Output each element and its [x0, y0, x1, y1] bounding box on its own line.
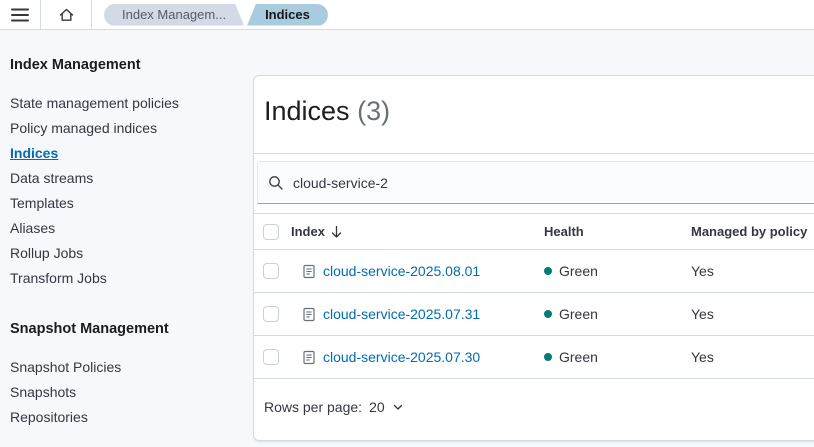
health-dot-green — [544, 353, 552, 361]
health-dot-green — [544, 310, 552, 318]
top-navigation-bar: Index Managem... Indices — [0, 0, 814, 30]
row-checkbox[interactable] — [263, 263, 279, 279]
panel-header: Indices (3) — [254, 76, 814, 153]
rows-per-page-label: Rows per page: — [264, 399, 362, 415]
table-row: cloud-service-2025.07.31 Green Yes — [254, 293, 814, 336]
search-input[interactable] — [293, 175, 814, 191]
column-header-index-label: Index — [291, 224, 325, 239]
column-header-managed-by-policy[interactable]: Managed by policy — [691, 224, 807, 239]
managed-by-policy-value: Yes — [691, 349, 814, 365]
health-dot-green — [544, 267, 552, 275]
document-icon — [303, 350, 316, 365]
sidebar-item-data-streams[interactable]: Data streams — [10, 165, 243, 190]
table-footer: Rows per page: 20 — [254, 379, 814, 435]
column-header-health[interactable]: Health — [544, 224, 584, 239]
index-link[interactable]: cloud-service-2025.07.31 — [323, 306, 480, 322]
rows-per-page-value: 20 — [369, 399, 385, 415]
breadcrumb-current: Indices — [247, 4, 328, 26]
page-title-text: Indices — [264, 96, 350, 126]
table-row: cloud-service-2025.07.30 Green Yes — [254, 336, 814, 379]
sort-down-arrow-icon — [330, 225, 343, 239]
table-header-row: Index Health Managed by policy — [254, 213, 814, 250]
document-icon — [303, 307, 316, 322]
home-icon[interactable] — [41, 0, 91, 29]
sidebar-item-snapshot-policies[interactable]: Snapshot Policies — [10, 354, 243, 379]
hamburger-icon — [11, 7, 29, 23]
sidebar-list-snapshot-management: Snapshot Policies Snapshots Repositories — [10, 354, 243, 429]
row-checkbox[interactable] — [263, 306, 279, 322]
sidebar-list-index-management: State management policies Policy managed… — [10, 90, 243, 290]
index-link[interactable]: cloud-service-2025.08.01 — [323, 263, 480, 279]
sidebar-item-repositories[interactable]: Repositories — [10, 404, 243, 429]
index-link[interactable]: cloud-service-2025.07.30 — [323, 349, 480, 365]
topbar-divider — [91, 0, 92, 29]
column-header-index[interactable]: Index — [291, 224, 343, 239]
sidebar-nav: Index Management State management polici… — [0, 30, 253, 429]
home-glyph-icon — [58, 7, 75, 23]
sidebar-item-state-management-policies[interactable]: State management policies — [10, 90, 243, 115]
sidebar-heading-index-management: Index Management — [10, 57, 243, 77]
menu-icon[interactable] — [0, 0, 40, 29]
sidebar-item-indices[interactable]: Indices — [10, 140, 243, 165]
breadcrumb-collapsed[interactable]: Index Managem... — [104, 4, 244, 26]
rows-per-page-button[interactable]: Rows per page: 20 — [264, 399, 404, 415]
sidebar-item-policy-managed-indices[interactable]: Policy managed indices — [10, 115, 243, 140]
select-all-checkbox[interactable] — [263, 224, 279, 240]
sidebar-item-templates[interactable]: Templates — [10, 190, 243, 215]
sidebar-item-aliases[interactable]: Aliases — [10, 215, 243, 240]
sidebar-item-transform-jobs[interactable]: Transform Jobs — [10, 265, 243, 290]
content-area: Index Management State management polici… — [0, 30, 814, 447]
sidebar-item-snapshots[interactable]: Snapshots — [10, 379, 243, 404]
health-label: Green — [559, 263, 598, 279]
chevron-down-icon — [392, 401, 404, 413]
document-icon — [303, 264, 316, 279]
page-title: Indices (3) — [264, 96, 814, 127]
health-label: Green — [559, 349, 598, 365]
managed-by-policy-value: Yes — [691, 306, 814, 322]
search-field — [257, 161, 814, 204]
search-row — [254, 154, 814, 214]
managed-by-policy-value: Yes — [691, 263, 814, 279]
row-checkbox[interactable] — [263, 349, 279, 365]
indices-table: Index Health Managed by policy — [254, 214, 814, 440]
sidebar-item-rollup-jobs[interactable]: Rollup Jobs — [10, 240, 243, 265]
search-icon — [268, 175, 284, 191]
breadcrumb: Index Managem... Indices — [104, 0, 328, 29]
table-row: cloud-service-2025.08.01 Green Yes — [254, 250, 814, 293]
indices-count: (3) — [357, 96, 390, 126]
indices-panel: Indices (3) Index — [253, 75, 814, 441]
sidebar-heading-snapshot-management: Snapshot Management — [10, 321, 243, 341]
health-label: Green — [559, 306, 598, 322]
